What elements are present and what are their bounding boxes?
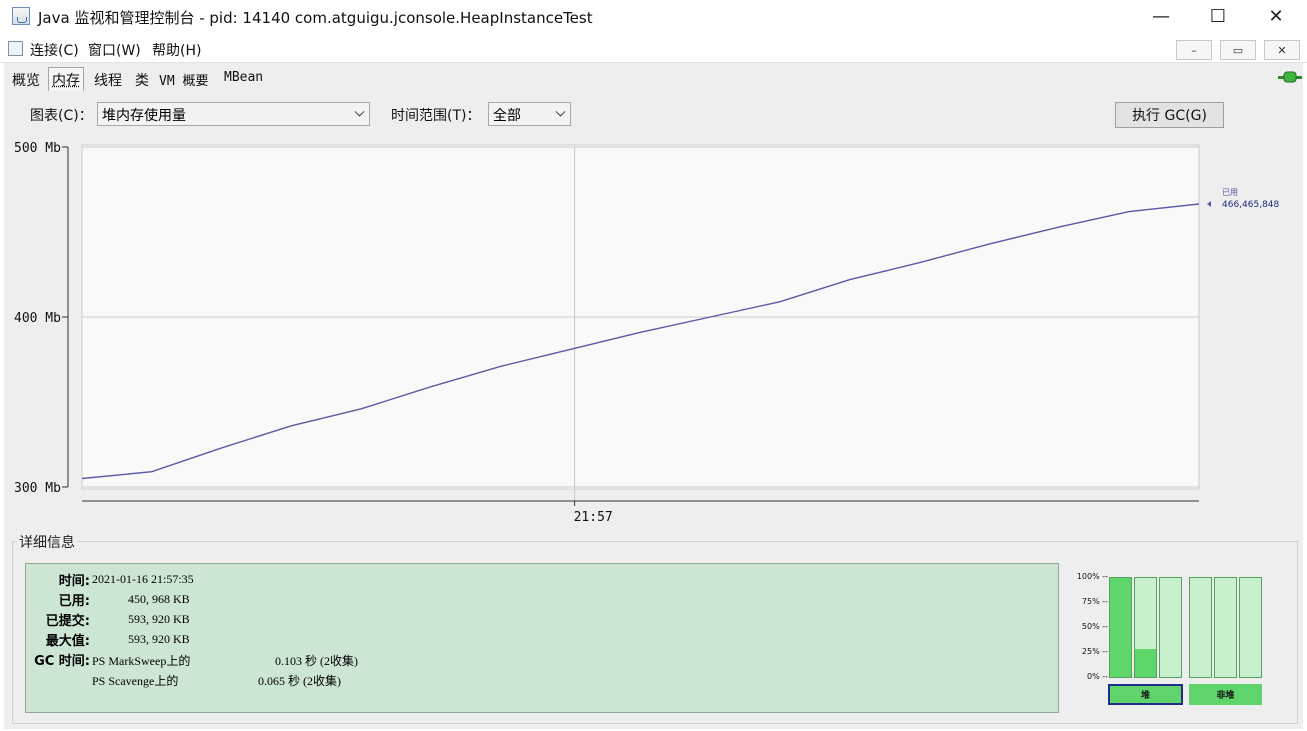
nonheap-bar-3[interactable] — [1239, 577, 1262, 678]
gc-time-label: GC 时间: — [34, 654, 90, 669]
gc-marksweep-time: 0.103 秒 (2收集) — [275, 654, 358, 668]
chevron-down-icon — [354, 106, 365, 117]
last-value-label: 466,465,848 — [1222, 200, 1280, 210]
connection-status-icon — [1278, 71, 1302, 83]
last-value-marker — [1207, 201, 1211, 208]
memory-pool-bars: 100% -- 75% -- 50% -- 25% -- 0% -- 堆 非堆 — [1064, 568, 1274, 718]
bar-fill — [1135, 649, 1156, 677]
series-name-label: 已用 — [1222, 188, 1238, 197]
nonheap-button[interactable]: 非堆 — [1189, 684, 1262, 705]
tab-classes[interactable]: 类 — [131, 67, 153, 91]
y-tick-label: 400 Mb — [14, 311, 61, 326]
heap-bar-3[interactable] — [1159, 577, 1182, 678]
gc-scavenge-time: 0.065 秒 (2收集) — [258, 674, 341, 688]
y-tick-label: 300 Mb — [14, 481, 61, 496]
time-label: 时间: — [58, 574, 90, 589]
perform-gc-button[interactable]: 执行 GC(G) — [1115, 102, 1224, 128]
menu-connect[interactable]: 连接(C) — [30, 40, 79, 60]
chart-select-value: 堆内存使用量 — [102, 108, 186, 124]
menu-bar: 连接(C) 窗口(W) 帮助(H) — [0, 33, 1307, 63]
used-value: 450, 968 KB — [128, 592, 190, 606]
max-value: 593, 920 KB — [128, 632, 190, 646]
time-row: 时间: — [26, 570, 90, 590]
time-range-label: 时间范围(T)： — [391, 108, 481, 124]
max-label: 最大值: — [45, 634, 90, 649]
minimize-button[interactable]: — — [1131, 0, 1191, 33]
mdi-restore-button[interactable]: ▭ — [1220, 40, 1256, 60]
tab-overview[interactable]: 概览 — [8, 67, 44, 91]
document-icon — [8, 41, 23, 56]
committed-row: 已提交: — [26, 610, 90, 630]
window-title: Java 监视和管理控制台 - pid: 14140 com.atguigu.j… — [38, 9, 593, 27]
gc-row: GC 时间: — [26, 650, 90, 670]
maximize-button[interactable]: ☐ — [1188, 0, 1248, 33]
heap-bar-1[interactable] — [1109, 577, 1132, 678]
percent-label-0: 0% -- — [1086, 672, 1108, 681]
percent-label-75: 75% -- — [1081, 597, 1108, 606]
line-chart-svg: 500 Mb 400 Mb 300 Mb 21:57 已用 466,465,848 — [14, 141, 1280, 525]
time-range-value: 全部 — [493, 108, 521, 124]
heap-bar-2[interactable] — [1134, 577, 1157, 678]
close-button[interactable]: ✕ — [1246, 0, 1306, 33]
tab-vm-summary[interactable]: VM 概要 — [155, 67, 212, 91]
details-panel: 时间: 2021-01-16 21:57:35 已用: 450, 968 KB … — [25, 563, 1059, 713]
used-row: 已用: — [26, 590, 90, 610]
percent-label-25: 25% -- — [1081, 647, 1108, 656]
committed-label: 已提交: — [45, 614, 90, 629]
chart-label: 图表(C)： — [30, 108, 93, 124]
heap-button[interactable]: 堆 — [1108, 684, 1183, 705]
x-tick-label: 21:57 — [574, 510, 613, 525]
details-title: 详细信息 — [17, 532, 77, 552]
used-label: 已用: — [58, 594, 90, 609]
committed-value: 593, 920 KB — [128, 612, 190, 626]
gc-marksweep-name: PS MarkSweep上的 — [92, 654, 191, 668]
mdi-minimize-button[interactable]: – — [1176, 40, 1212, 60]
nonheap-bar-2[interactable] — [1214, 577, 1237, 678]
heap-usage-chart: 500 Mb 400 Mb 300 Mb 21:57 已用 466,465,848 — [4, 133, 1303, 525]
menu-help[interactable]: 帮助(H) — [152, 40, 201, 60]
time-value: 2021-01-16 21:57:35 — [92, 572, 194, 586]
chevron-down-icon — [555, 106, 566, 117]
nonheap-bar-1[interactable] — [1189, 577, 1212, 678]
java-app-icon — [12, 7, 30, 25]
tab-mbean[interactable]: MBean — [220, 67, 267, 91]
percent-label-50: 50% -- — [1081, 622, 1108, 631]
bar-fill — [1110, 578, 1131, 677]
chart-select[interactable]: 堆内存使用量 — [97, 102, 370, 126]
menu-window[interactable]: 窗口(W) — [88, 40, 141, 60]
percent-label-100: 100% -- — [1076, 572, 1108, 581]
gc-scavenge-name: PS Scavenge上的 — [92, 674, 179, 688]
y-tick-label: 500 Mb — [14, 141, 61, 156]
tab-threads[interactable]: 线程 — [90, 67, 126, 91]
max-row: 最大值: — [26, 630, 90, 650]
tab-memory[interactable]: 内存 — [48, 67, 84, 91]
mdi-close-button[interactable]: ✕ — [1264, 40, 1300, 60]
memory-panel: 概览 内存 线程 类 VM 概要 MBean 图表(C)： 堆内存使用量 时间范… — [4, 63, 1303, 729]
time-range-select[interactable]: 全部 — [488, 102, 571, 126]
title-bar: Java 监视和管理控制台 - pid: 14140 com.atguigu.j… — [0, 0, 1307, 33]
